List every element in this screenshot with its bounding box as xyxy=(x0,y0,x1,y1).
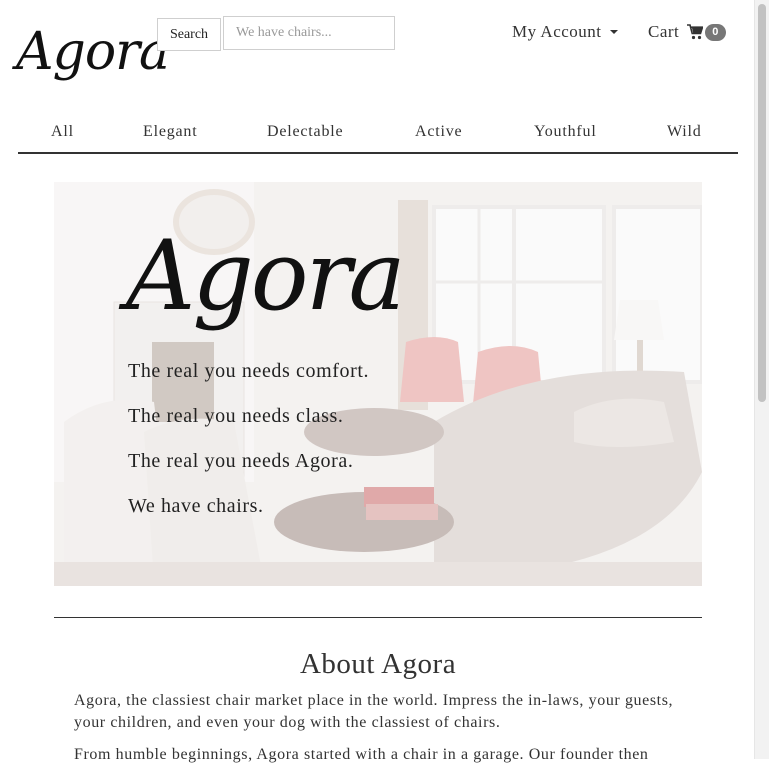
scrollbar-thumb[interactable] xyxy=(758,4,766,402)
site-logo[interactable]: Agora xyxy=(16,26,170,78)
scrollbar[interactable] xyxy=(754,0,769,759)
nav-item-delectable[interactable]: Delectable xyxy=(267,123,343,141)
my-account-dropdown[interactable]: My Account xyxy=(512,22,618,42)
category-nav: All Elegant Delectable Active Youthful W… xyxy=(18,116,738,154)
hero-tagline: The real you needs Agora. xyxy=(128,450,354,472)
my-account-label: My Account xyxy=(512,22,602,41)
nav-item-all[interactable]: All xyxy=(51,123,74,141)
cart-count-badge: 0 xyxy=(705,23,726,41)
section-divider xyxy=(54,617,702,618)
nav-item-active[interactable]: Active xyxy=(415,123,462,141)
caret-down-icon xyxy=(609,30,618,34)
hero-tagline: The real you needs class. xyxy=(128,405,344,427)
search-button[interactable]: Search xyxy=(157,18,221,51)
about-paragraph: From humble beginnings, Agora started wi… xyxy=(74,746,649,763)
about-heading: About Agora xyxy=(299,648,457,680)
search-input[interactable] xyxy=(223,16,395,50)
hero-tagline: The real you needs comfort. xyxy=(128,360,370,382)
hero-banner: Agora The real you needs comfort. The re… xyxy=(54,182,702,586)
cart-label: Cart xyxy=(648,22,680,41)
hero-tagline: We have chairs. xyxy=(128,495,264,517)
hero-logo: Agora xyxy=(126,220,406,332)
cart-link[interactable]: Cart 0 xyxy=(648,22,726,42)
shopping-cart-icon xyxy=(687,24,704,40)
nav-item-wild[interactable]: Wild xyxy=(667,123,702,141)
nav-item-elegant[interactable]: Elegant xyxy=(143,123,197,141)
about-paragraph: Agora, the classiest chair market place … xyxy=(74,692,674,731)
nav-item-youthful[interactable]: Youthful xyxy=(534,123,597,141)
